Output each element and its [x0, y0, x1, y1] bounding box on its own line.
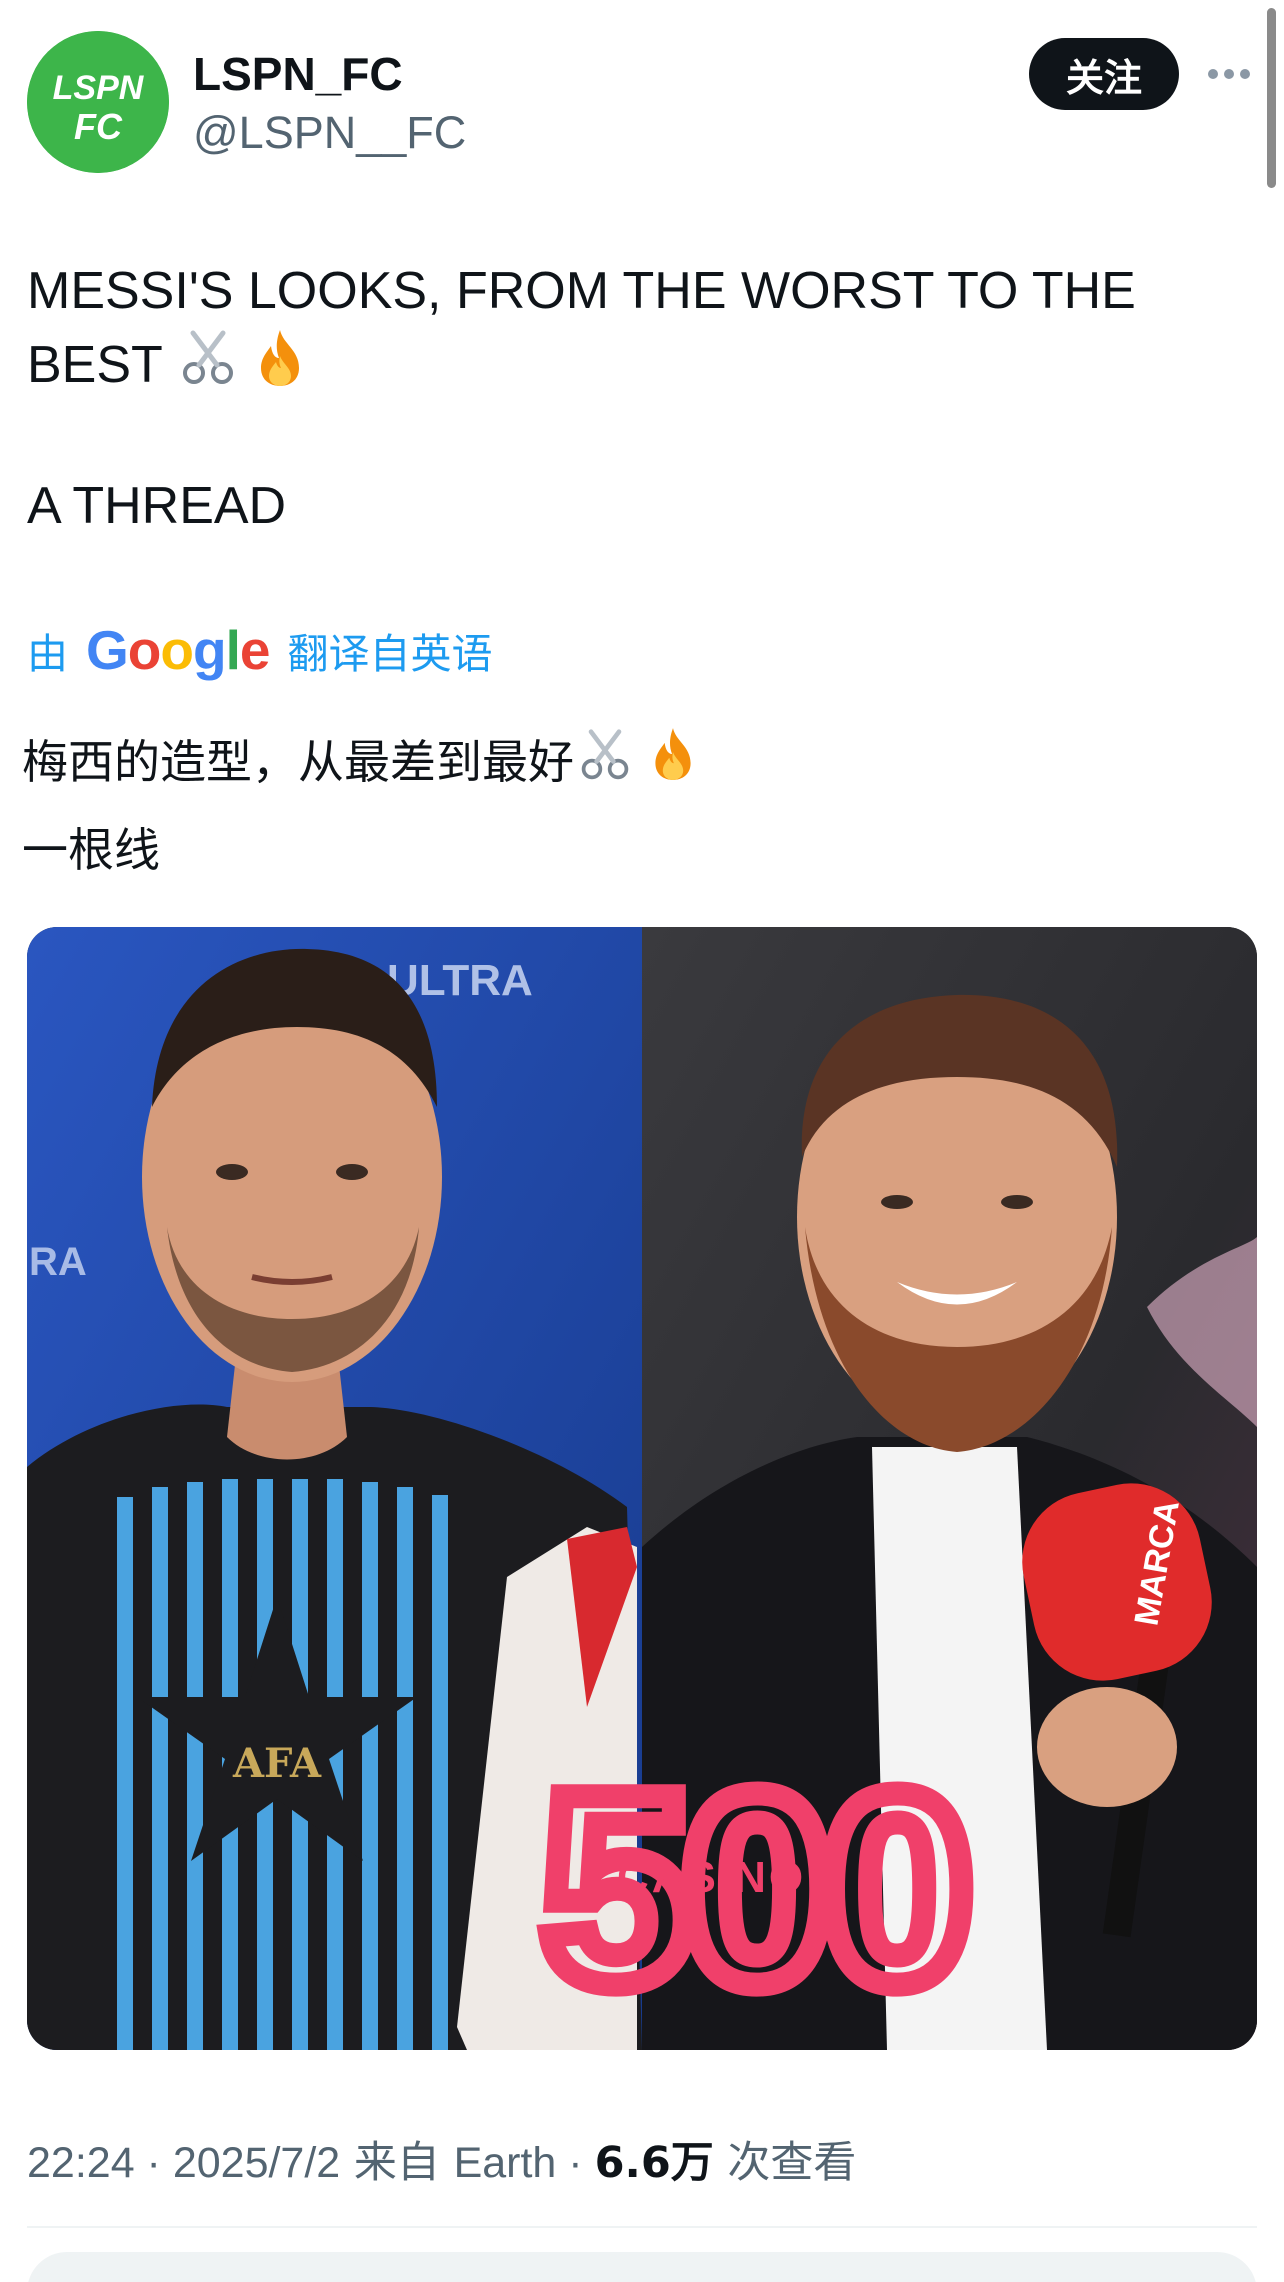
overlay-word: CASINO — [617, 1853, 806, 1902]
reply-input[interactable] — [27, 2252, 1257, 2282]
google-logo: Google — [86, 619, 270, 681]
more-options-button[interactable] — [1205, 50, 1253, 98]
translated-line-1: 梅西的造型，从最差到最好 — [22, 720, 1252, 808]
tweet-line-1: MESSI'S LOOKS, FROM THE WORST TO THE — [27, 262, 1136, 320]
tweet-meta: 22:24 · 2025/7/2 来自 Earth · 6.6万 次查看 — [27, 2128, 856, 2190]
source-prefix: 来自 — [340, 2138, 454, 2188]
translation-attribution[interactable]: 由 Google 翻译自英语 — [27, 619, 493, 681]
tweet-line-2-text: BEST — [27, 336, 163, 394]
scissors-icon — [578, 724, 632, 808]
lspn-logo: LSPN FC — [27, 31, 169, 173]
backdrop-text-left-2: RA — [29, 1240, 87, 1284]
author-handle[interactable]: @LSPN__FC — [193, 107, 466, 159]
shirt-crest: AFA — [232, 1740, 322, 1787]
views-count[interactable]: 6.6万 — [595, 2128, 714, 2190]
translated-line-1-text: 梅西的造型，从最差到最好 — [22, 735, 574, 789]
divider — [27, 2226, 1257, 2228]
views-label: 次查看 — [713, 2138, 857, 2188]
translation-suffix: 翻译自英语 — [287, 630, 493, 678]
tweet-body: MESSI'S LOOKS, FROM THE WORST TO THE BES… — [27, 254, 1237, 408]
tweet-date[interactable]: 2025/7/2 — [173, 2139, 340, 2188]
translated-line-2: 一根线 — [22, 822, 160, 877]
translation-prefix: 由 — [27, 630, 68, 678]
tweet-source: Earth — [453, 2139, 557, 2187]
scissors-icon — [179, 329, 237, 407]
tweet-media-image[interactable]: ULTRA RA AFA MARCA 500 CASINO — [27, 927, 1257, 2050]
fire-icon — [648, 724, 698, 808]
fire-icon — [253, 328, 307, 408]
scrollbar[interactable] — [1267, 8, 1276, 188]
tweet-detail-page: LSPN FC LSPN_FC @LSPN__FC 关注 MESSI'S LOO… — [0, 0, 1284, 2282]
avatar-text-top: LSPN — [53, 69, 145, 107]
author-display-name[interactable]: LSPN_FC — [193, 47, 403, 101]
author-avatar[interactable]: LSPN FC — [27, 31, 169, 173]
tweet-line-2: BEST — [27, 328, 1237, 408]
tweet-thread-label: A THREAD — [27, 477, 287, 535]
meta-separator: · — [134, 2139, 173, 2187]
media-illustration: ULTRA RA AFA MARCA 500 CASINO — [27, 927, 1257, 2050]
more-horizontal-icon — [1208, 69, 1250, 79]
meta-separator: · — [556, 2139, 595, 2187]
translated-text: 梅西的造型，从最差到最好 一根线 — [22, 720, 1252, 892]
avatar-text-bottom: FC — [74, 106, 123, 147]
follow-button[interactable]: 关注 — [1029, 38, 1179, 110]
tweet-time[interactable]: 22:24 — [27, 2139, 135, 2188]
